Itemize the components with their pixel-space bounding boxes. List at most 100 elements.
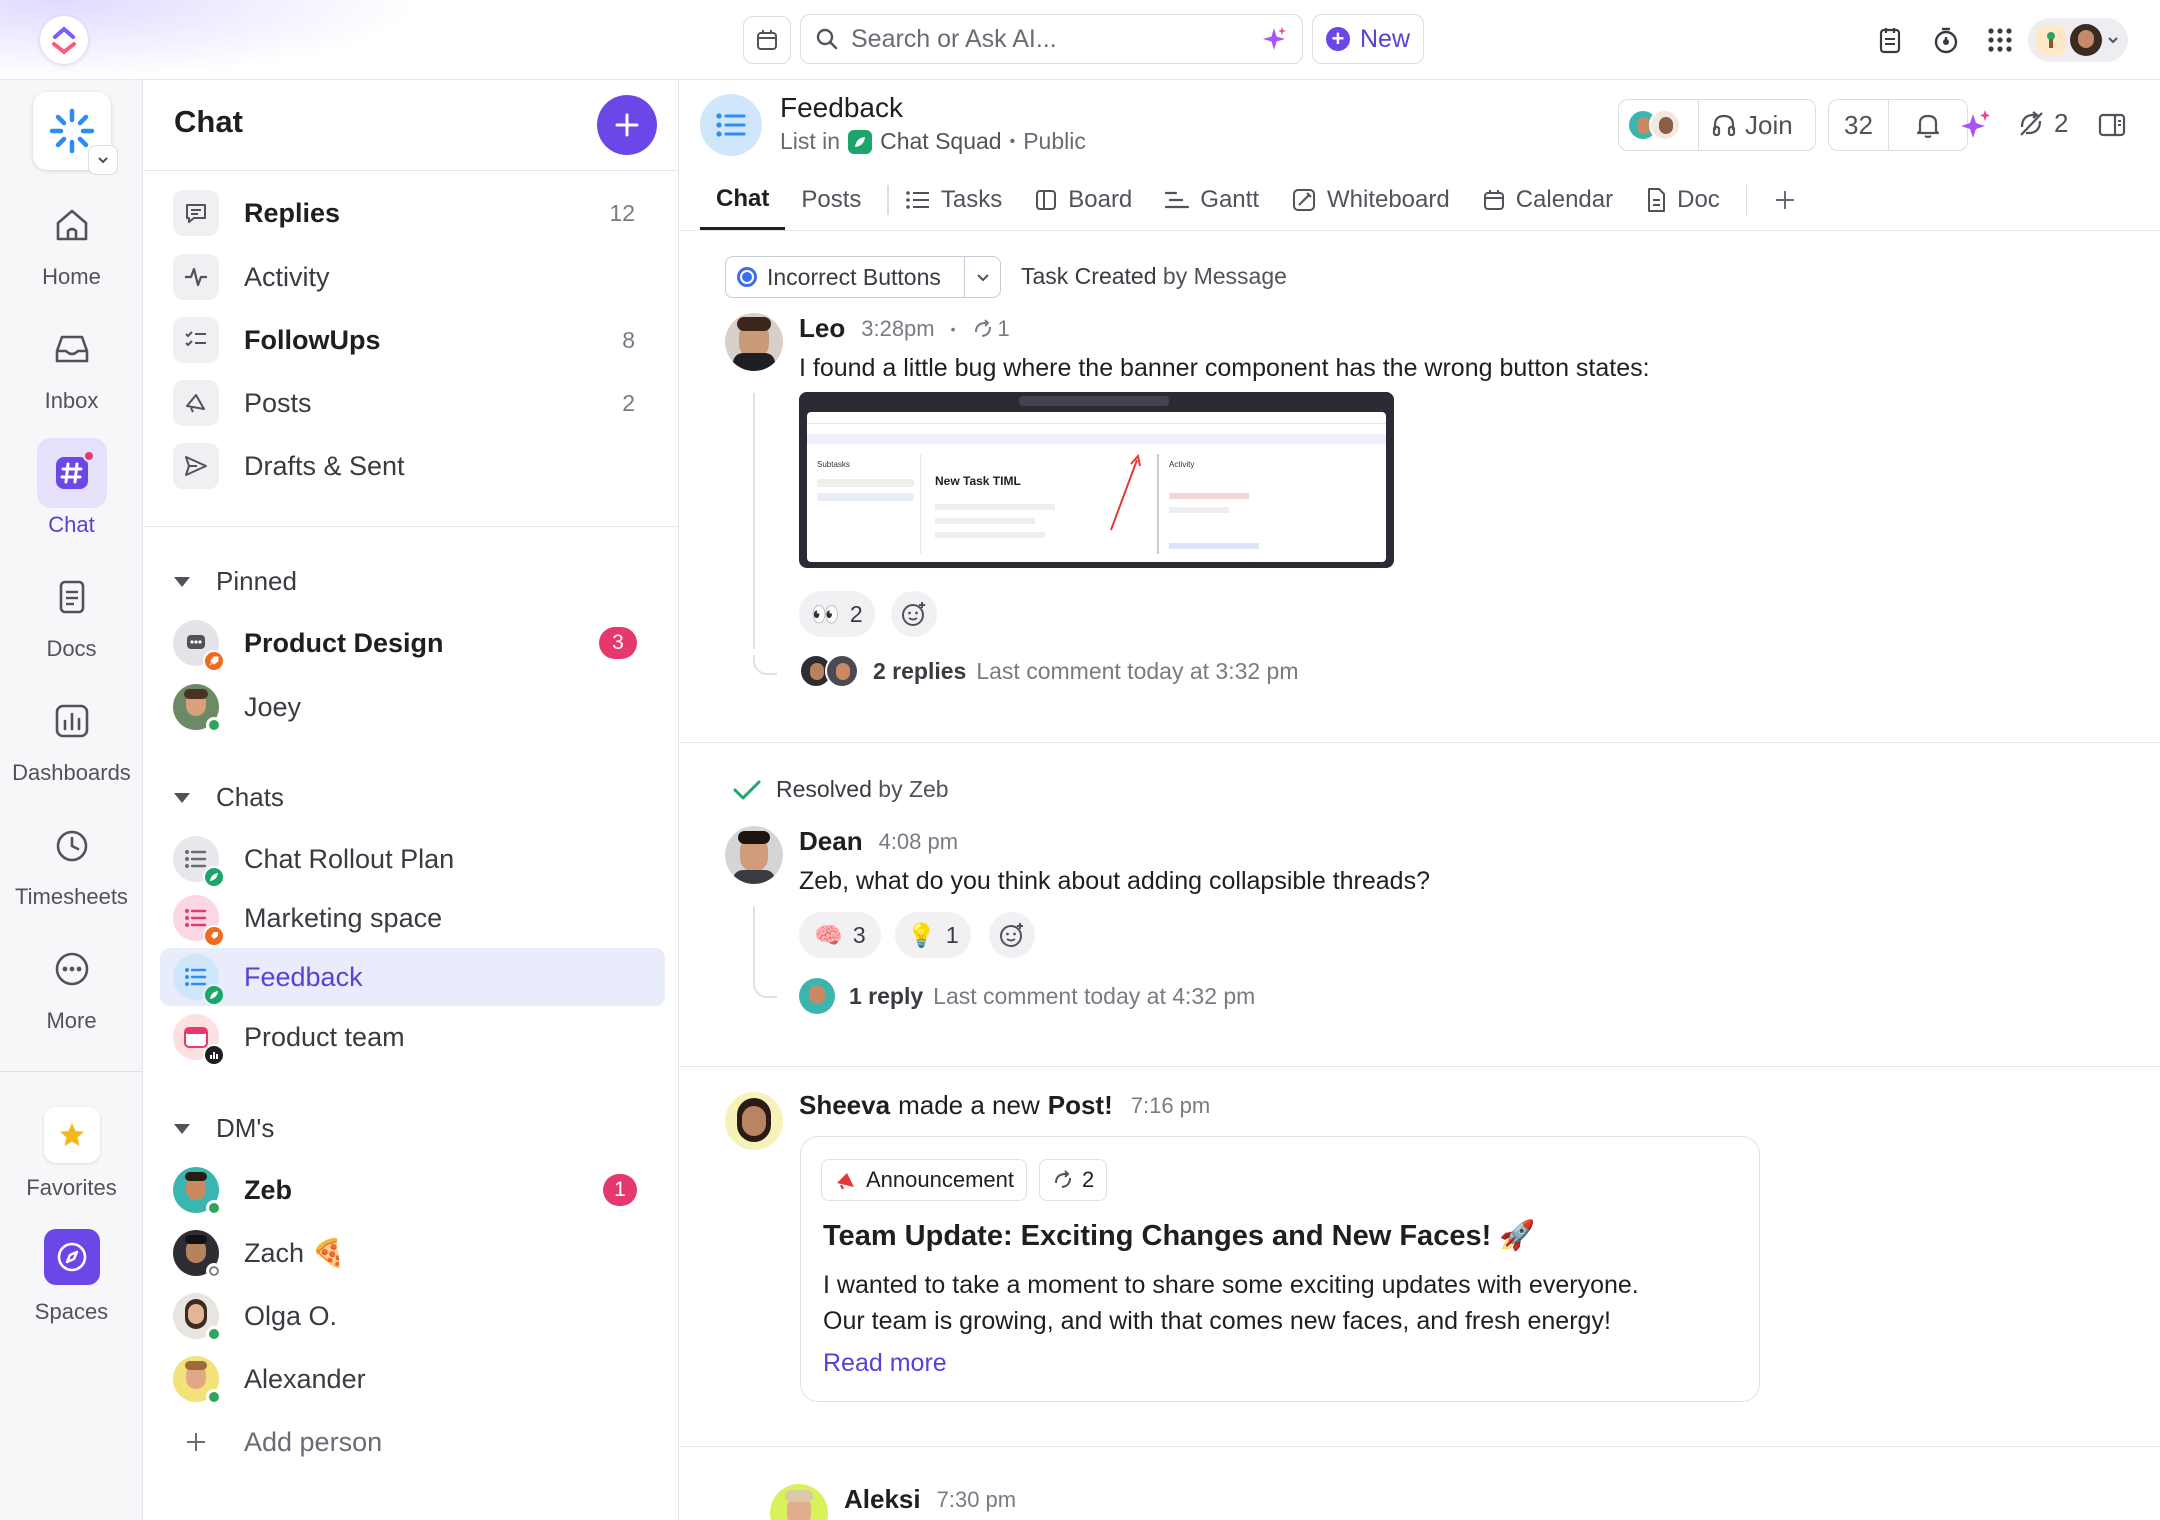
sidebar-item-replies[interactable]: Replies 12: [160, 184, 665, 242]
add-person-button[interactable]: Add person: [160, 1413, 665, 1471]
pinned-header-label: Pinned: [216, 566, 297, 596]
rail-home[interactable]: Home: [0, 190, 143, 300]
tab-doc[interactable]: Doc: [1629, 170, 1736, 230]
read-more-link[interactable]: Read more: [823, 1349, 947, 1378]
sidebar-item-joey[interactable]: Joey: [160, 678, 665, 736]
eyes-emoji: 👀: [811, 600, 840, 627]
sidebar-item-activity[interactable]: Activity: [160, 248, 665, 306]
sidebar-item-chat-rollout-plan[interactable]: Chat Rollout Plan: [160, 830, 665, 888]
rail-favorites[interactable]: Favorites: [0, 1100, 143, 1210]
rail-chat-label: Chat: [48, 512, 95, 537]
rail-docs[interactable]: Docs: [0, 562, 143, 672]
apps-grid-icon[interactable]: [1982, 22, 2018, 58]
reaction-eyes[interactable]: 👀 2: [799, 591, 875, 637]
task-note-rest: by Message: [1162, 263, 1287, 289]
breadcrumb-space-link[interactable]: Chat Squad: [880, 128, 1001, 155]
reply-count: 2 replies: [873, 657, 967, 684]
tab-whiteboard[interactable]: Whiteboard: [1275, 170, 1466, 230]
chevron-down-icon[interactable]: [964, 257, 1000, 297]
tab-label: Whiteboard: [1326, 186, 1450, 213]
rail-dashboards-label: Dashboards: [12, 760, 131, 785]
tab-chat[interactable]: Chat: [700, 170, 786, 230]
group-avatar: [173, 620, 225, 672]
search-input[interactable]: Search or Ask AI...: [800, 14, 1303, 64]
user-menu[interactable]: [2028, 18, 2128, 62]
author-name[interactable]: Dean: [799, 826, 863, 857]
tab-tasks[interactable]: Tasks: [899, 170, 1018, 230]
bell-icon[interactable]: [1889, 111, 1967, 139]
app-logo-icon[interactable]: [40, 16, 88, 64]
message-divider: [680, 742, 2160, 743]
timer-icon[interactable]: [1928, 22, 1964, 58]
rail-spaces[interactable]: Spaces: [0, 1224, 143, 1334]
sidebar-item-marketing-space[interactable]: Marketing space: [160, 889, 665, 947]
assigned-count[interactable]: 1: [972, 316, 1010, 342]
pinned-section-header[interactable]: Pinned: [174, 566, 297, 597]
new-button[interactable]: + New: [1312, 14, 1424, 64]
notification-dot: [82, 450, 95, 462]
author-name[interactable]: Sheeva: [799, 1090, 890, 1121]
rail-timesheets[interactable]: Timesheets: [0, 810, 143, 920]
tab-board[interactable]: Board: [1018, 170, 1148, 230]
members-notifications[interactable]: 32: [1828, 99, 1968, 151]
sidebar-item-zeb[interactable]: Zeb 1: [160, 1161, 665, 1219]
last-comment: Last comment today at 3:32 pm: [976, 657, 1299, 684]
assignees-chip[interactable]: 2: [1039, 1159, 1108, 1201]
sidebar-item-drafts[interactable]: Drafts & Sent: [160, 437, 665, 495]
workspace-chevron-icon[interactable]: [88, 145, 118, 175]
sidebar-item-product-team[interactable]: Product team: [160, 1008, 665, 1066]
member-count[interactable]: 32: [1829, 99, 1889, 151]
sidebar-item-followups[interactable]: FollowUps 8: [160, 311, 665, 369]
add-view-button[interactable]: [1757, 170, 1813, 230]
resolved-bold: Resolved: [776, 776, 872, 802]
reaction-bulb[interactable]: 💡 1: [895, 912, 971, 958]
chats-section-header[interactable]: Chats: [174, 782, 284, 813]
panel-toggle-icon[interactable]: [2097, 111, 2127, 144]
bulb-emoji: 💡: [907, 921, 936, 948]
sidebar-item-product-design[interactable]: Product Design 3: [160, 614, 665, 672]
join-call-button[interactable]: Join: [1618, 99, 1816, 151]
sidebar-title: Chat: [174, 104, 243, 139]
tab-calendar[interactable]: Calendar: [1466, 170, 1629, 230]
author-name[interactable]: Aleksi: [844, 1484, 921, 1515]
rail-dashboards[interactable]: Dashboards: [0, 686, 143, 796]
avatar[interactable]: [770, 1484, 828, 1520]
participants-avatars: [1619, 100, 1699, 150]
task-chip[interactable]: Incorrect Buttons: [725, 256, 1001, 298]
thread-replies[interactable]: 2 replies Last comment today at 3:32 pm: [799, 654, 1299, 688]
reaction-brain[interactable]: 🧠 3: [799, 912, 881, 958]
assign-count-value: 1: [997, 315, 1010, 341]
dms-section-header[interactable]: DM's: [174, 1113, 274, 1144]
new-chat-button[interactable]: [597, 95, 657, 155]
avatar[interactable]: [725, 313, 783, 371]
sidebar-item-posts[interactable]: Posts 2: [160, 374, 665, 432]
author-name[interactable]: Leo: [799, 313, 845, 344]
add-reaction-button[interactable]: [989, 912, 1035, 958]
rail-chat[interactable]: Chat: [0, 438, 143, 548]
thread-replies[interactable]: 1 reply Last comment today at 4:32 pm: [799, 978, 1255, 1014]
screenshot-attachment[interactable]: Subtasks New Task TIML Activity: [799, 392, 1394, 568]
followers-button[interactable]: 2: [2016, 108, 2068, 139]
calendar-icon[interactable]: [743, 16, 791, 64]
sidebar-item-feedback[interactable]: Feedback: [160, 948, 665, 1006]
tab-posts[interactable]: Posts: [785, 170, 877, 230]
announcement-chip[interactable]: Announcement: [821, 1159, 1027, 1201]
replies-icon: [173, 190, 219, 236]
rail-more[interactable]: More: [0, 934, 143, 1044]
ai-sparkle-icon[interactable]: [1260, 25, 1288, 53]
sidebar-item-zach[interactable]: Zach 🍕: [160, 1224, 665, 1282]
ai-sparkle-icon[interactable]: [1958, 108, 1992, 147]
post-card[interactable]: Announcement 2 Team Update: Exciting Cha…: [800, 1136, 1760, 1402]
rail-docs-label: Docs: [46, 636, 97, 661]
notepad-icon[interactable]: [1872, 22, 1908, 58]
rail-inbox[interactable]: Inbox: [0, 314, 143, 424]
online-status: [206, 1389, 222, 1405]
avatar[interactable]: [725, 1092, 783, 1150]
avatar[interactable]: [725, 826, 783, 884]
tab-gantt[interactable]: Gantt: [1148, 170, 1275, 230]
add-reaction-button[interactable]: [891, 591, 937, 637]
sidebar-item-label: Feedback: [244, 961, 363, 992]
sidebar-item-alexander[interactable]: Alexander: [160, 1350, 665, 1408]
task-created-note: Task Created by Message: [1021, 263, 1287, 290]
sidebar-item-olga[interactable]: Olga O.: [160, 1287, 665, 1345]
